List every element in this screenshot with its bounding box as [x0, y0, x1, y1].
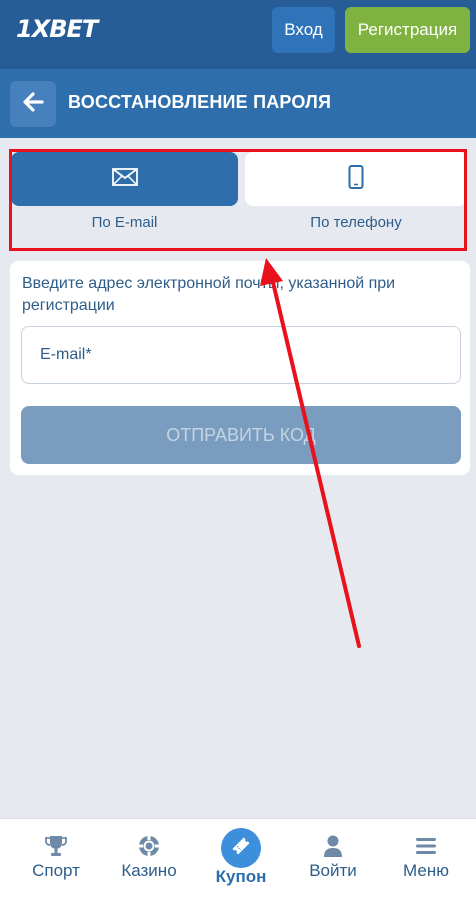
nav-coupon-label[interactable]: Купон [205, 867, 277, 887]
nav-sport-label: Спорт [32, 861, 80, 880]
page-title-bar: ВОССТАНОВЛЕНИЕ ПАРОЛЯ [0, 69, 476, 138]
ticket-icon [230, 835, 252, 862]
back-button[interactable] [10, 81, 56, 127]
nav-login-label: Войти [309, 861, 357, 880]
form-hint: Введите адрес электронной почты, указанн… [22, 275, 396, 314]
page-title: ВОССТАНОВЛЕНИЕ ПАРОЛЯ [68, 92, 332, 112]
send-code-button[interactable]: ОТПРАВИТЬ КОД [21, 406, 461, 464]
register-button[interactable]: Регистрация [345, 7, 470, 53]
trophy-icon [45, 833, 67, 859]
nav-coupon[interactable] [221, 828, 261, 868]
nav-casino[interactable]: Казино [108, 819, 190, 900]
login-button[interactable]: Вход [272, 7, 335, 53]
nav-login[interactable]: Войти [296, 819, 370, 900]
annotation-highlight-box [9, 149, 467, 251]
brand-logo[interactable]: 1XBET [16, 15, 98, 43]
nav-casino-label: Казино [121, 861, 177, 880]
hamburger-menu-icon [415, 833, 437, 859]
user-icon [323, 833, 343, 859]
nav-menu-label: Меню [403, 861, 449, 880]
arrow-left-icon [22, 91, 44, 117]
nav-sport[interactable]: Спорт [20, 819, 92, 900]
nav-menu[interactable]: Меню [390, 819, 462, 900]
email-field[interactable] [21, 326, 461, 384]
top-header: 1XBET Вход Регистрация [0, 0, 476, 69]
poker-chip-icon [138, 833, 160, 859]
